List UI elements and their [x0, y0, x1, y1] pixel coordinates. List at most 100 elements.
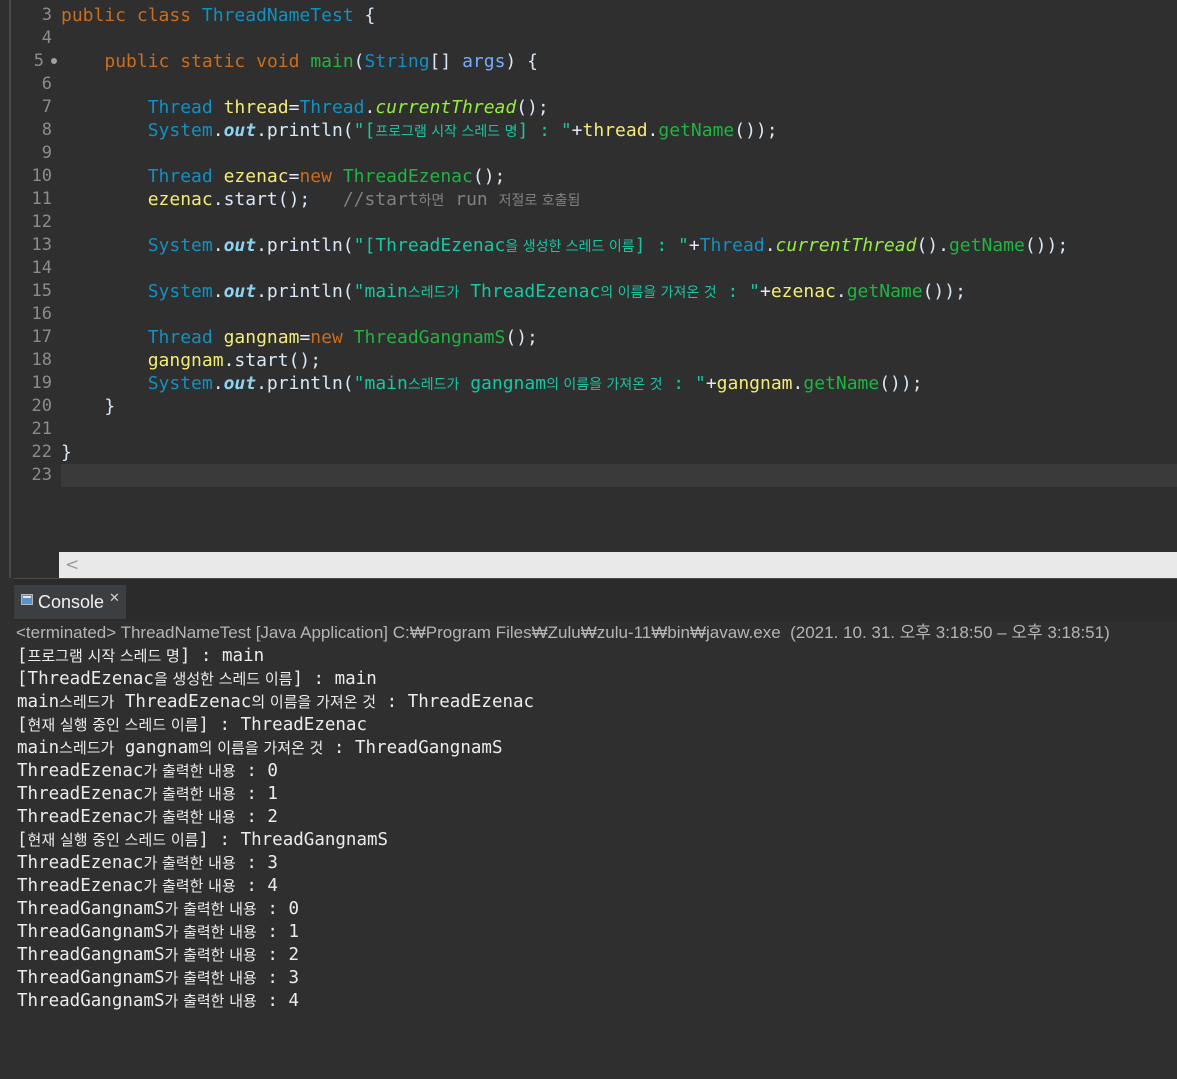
output-line: ThreadEzenac가 출력한 내용 : 0 — [17, 760, 1177, 783]
code-token: gangnam — [459, 373, 547, 394]
code-token: ezenac — [147, 189, 213, 210]
line-number: 16 — [31, 304, 52, 324]
line-number: 17 — [31, 327, 52, 347]
code-area[interactable]: public class ThreadNameTest { public sta… — [61, 0, 1177, 552]
line-number: 13 — [31, 235, 52, 255]
output-line: main스레드가 gangnam의 이름을 가져온 것 : ThreadGang… — [17, 737, 1177, 760]
code-token: Thread — [699, 235, 765, 256]
output-text: 가 출력한 내용 — [143, 877, 236, 895]
output-text: ] : main — [179, 646, 265, 666]
output-text: : 1 — [235, 784, 278, 804]
code-token: ( — [353, 51, 365, 72]
output-text: 가 출력한 내용 — [164, 900, 257, 918]
code-token: out — [223, 373, 257, 394]
output-text: 가 출력한 내용 — [143, 785, 236, 803]
code-line: public static void main(String[] args) { — [61, 50, 538, 73]
code-token: = — [288, 166, 300, 187]
code-token: ()); — [734, 120, 778, 141]
scroll-left-icon[interactable]: < — [65, 555, 79, 575]
code-token: . — [212, 120, 224, 141]
code-token: getName — [803, 373, 880, 394]
code-token: Thread — [299, 97, 365, 118]
code-token: . — [212, 373, 224, 394]
output-text: 을 생성한 스레드 이름 — [153, 670, 293, 688]
code-token: public — [104, 51, 170, 72]
horizontal-scrollbar[interactable]: < — [59, 552, 1177, 578]
code-token: out — [223, 281, 257, 302]
editor-left-border — [9, 0, 11, 578]
code-token: .println( — [256, 373, 354, 394]
output-line: ThreadGangnamS가 출력한 내용 : 4 — [17, 990, 1177, 1013]
code-token: "[ThreadEzenac — [353, 235, 506, 256]
output-text: ] : ThreadGangnamS — [198, 830, 389, 850]
code-token: getName — [846, 281, 923, 302]
console-tab-bar: Console ✕ — [14, 578, 1177, 621]
output-line: ThreadEzenac가 출력한 내용 : 3 — [17, 852, 1177, 875]
output-text: ThreadEzenac — [17, 784, 144, 804]
code-token: currentThread — [375, 97, 517, 118]
output-text: ThreadEzenac — [17, 876, 144, 896]
output-text: ThreadGangnamS — [17, 991, 165, 1011]
line-number: 12 — [31, 212, 52, 232]
code-token: ThreadEzenac — [342, 166, 473, 187]
output-text: 현재 실행 중인 스레드 이름 — [27, 716, 199, 734]
code-token: + — [705, 373, 717, 394]
code-token: ()); — [1024, 235, 1069, 256]
console-tab-label: Console — [38, 591, 105, 612]
code-token: new — [310, 327, 343, 348]
code-token: .println( — [256, 120, 354, 141]
output-line: main스레드가 ThreadEzenac의 이름을 가져온 것 : Threa… — [17, 691, 1177, 714]
code-token: + — [760, 281, 771, 302]
tab-console[interactable]: Console ✕ — [14, 585, 126, 619]
output-text: [ — [17, 646, 28, 666]
code-token: String — [364, 51, 430, 72]
output-text: : 4 — [235, 876, 278, 896]
code-token: . — [835, 281, 847, 302]
code-token: Thread — [147, 97, 213, 118]
code-line: System.out.println("[프로그램 시작 스레드 명] : "+… — [61, 119, 778, 142]
code-token: } — [61, 442, 72, 463]
code-line: Thread ezenac=new ThreadEzenac(); — [61, 165, 506, 188]
code-token: ThreadNameTest — [201, 5, 354, 26]
output-line: ThreadEzenac가 출력한 내용 : 4 — [17, 875, 1177, 898]
code-line: } — [61, 441, 72, 464]
line-number: 8 — [41, 120, 52, 140]
output-text: : 2 — [235, 807, 278, 827]
code-line: Thread gangnam=new ThreadGangnamS(); — [61, 326, 538, 349]
override-marker-icon[interactable] — [51, 58, 57, 64]
code-line: public class ThreadNameTest { — [61, 4, 375, 27]
code-token: . — [364, 97, 376, 118]
output-text: gangnam — [114, 738, 199, 758]
code-token: . — [212, 281, 224, 302]
code-token: . — [792, 373, 804, 394]
output-line: ThreadGangnamS가 출력한 내용 : 2 — [17, 944, 1177, 967]
line-number: 9 — [41, 143, 52, 163]
output-text: ThreadGangnamS — [17, 968, 165, 988]
line-number: 21 — [31, 419, 52, 439]
close-icon[interactable]: ✕ — [109, 591, 120, 606]
code-token: .start(); — [212, 189, 311, 210]
line-number: 18 — [31, 350, 52, 370]
code-token: "[ — [353, 120, 376, 141]
code-token: + — [688, 235, 700, 256]
output-text: 가 출력한 내용 — [143, 762, 236, 780]
console-output[interactable]: [프로그램 시작 스레드 명] : main [ThreadEzenac을 생성… — [17, 645, 1177, 1013]
output-line: [ThreadEzenac을 생성한 스레드 이름] : main — [17, 668, 1177, 691]
code-token: ezenac — [770, 281, 836, 302]
output-text: main — [17, 692, 60, 712]
output-text: 현재 실행 중인 스레드 이름 — [27, 831, 199, 849]
line-number: 7 — [41, 97, 52, 117]
output-text: 가 출력한 내용 — [143, 854, 236, 872]
output-text: 의 이름을 가져온 것 — [251, 693, 377, 711]
line-number: 23 — [31, 465, 52, 485]
code-token: gangnam — [223, 327, 300, 348]
output-text: : 2 — [256, 945, 300, 965]
line-number: 20 — [31, 396, 52, 416]
output-line: ThreadEzenac가 출력한 내용 : 1 — [17, 783, 1177, 806]
code-editor[interactable]: 3 4 5 6 7 8 9 10 11 12 13 14 15 16 17 18… — [0, 0, 1177, 578]
output-line: ThreadGangnamS가 출력한 내용 : 3 — [17, 967, 1177, 990]
code-token: 프로그램 시작 스레드 명 — [375, 124, 518, 140]
line-number: 19 — [31, 373, 52, 393]
code-token: class — [136, 5, 192, 26]
output-text: ThreadEzenac — [114, 692, 252, 712]
